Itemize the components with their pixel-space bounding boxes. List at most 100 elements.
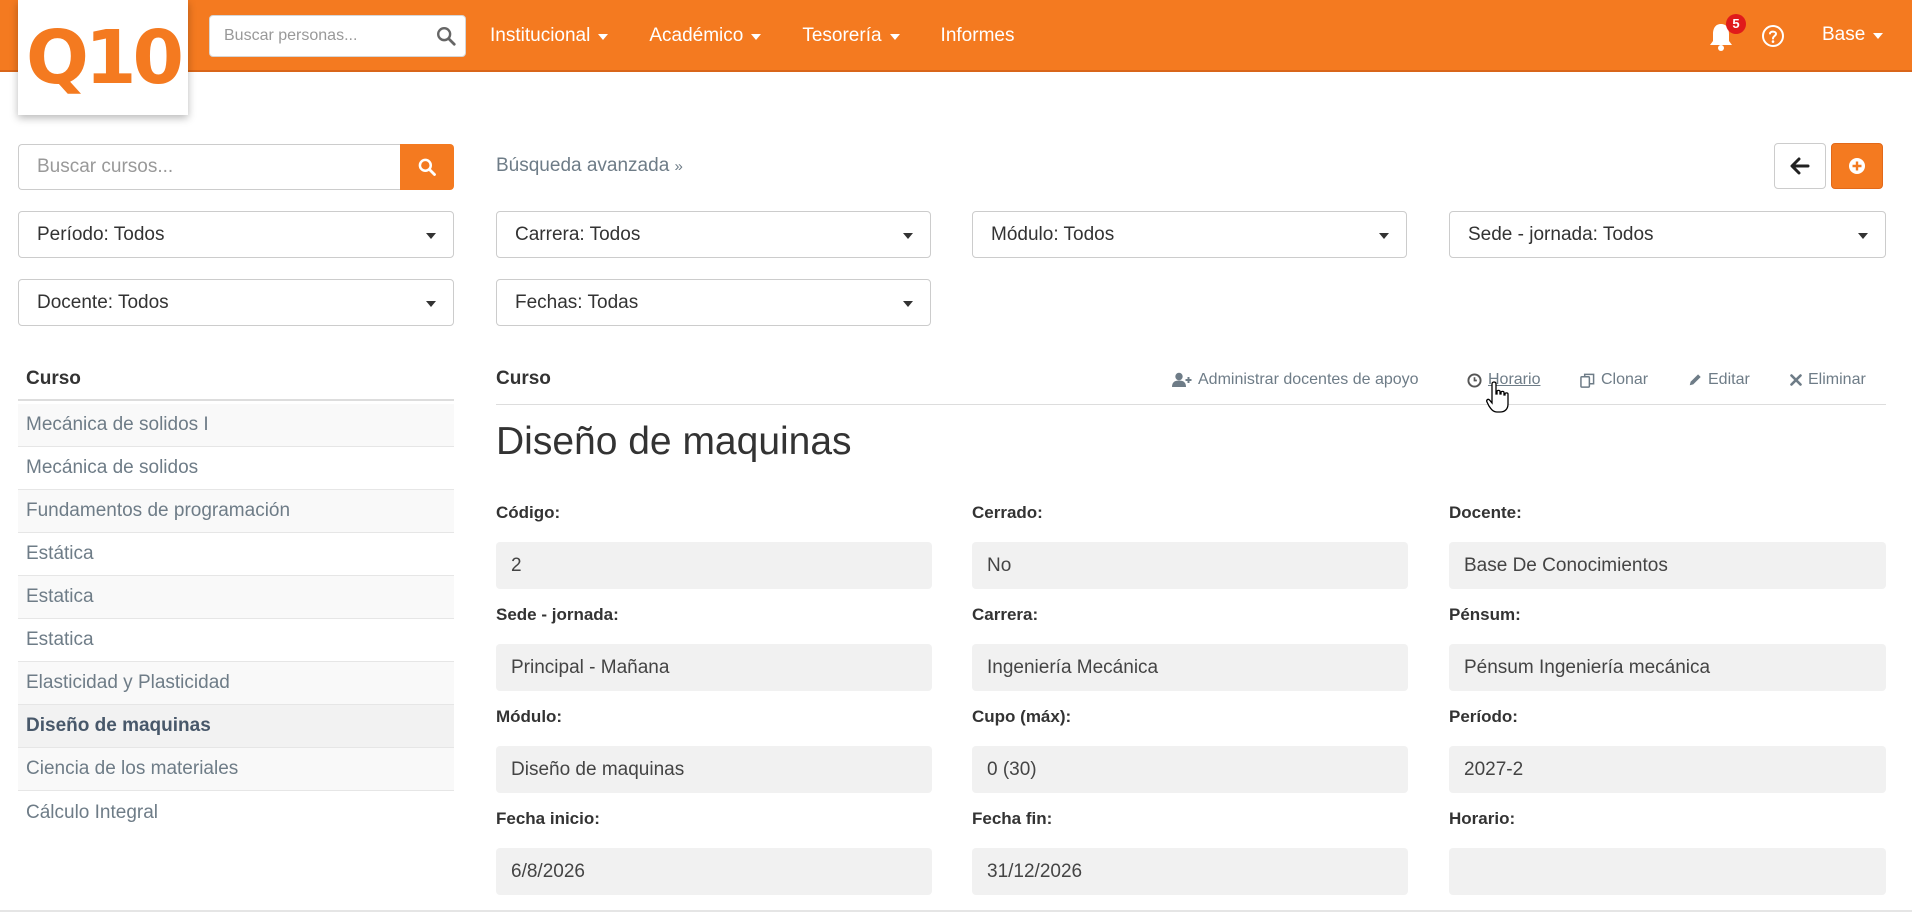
field-cerrado-value: No (972, 542, 1408, 589)
course-search (18, 144, 454, 190)
field-horario-label: Horario: (1449, 809, 1516, 828)
manage-support-teachers-button[interactable]: Administrar docentes de apoyo (1172, 371, 1419, 389)
filter-docente-label: Docente: Todos (37, 291, 169, 313)
edit-button[interactable]: Editar (1688, 371, 1750, 389)
menu-institucional-label: Institucional (490, 25, 591, 46)
people-search-input[interactable] (210, 16, 420, 56)
field-pensum: Pénsum: Pénsum Ingeniería mecánica (1449, 605, 1886, 691)
list-item[interactable]: Estática (18, 533, 454, 576)
menu-tesoreria[interactable]: Tesorería (802, 25, 900, 47)
close-icon (1790, 374, 1802, 386)
field-sede-jornada-value: Principal - Mañana (496, 644, 932, 691)
menu-institucional[interactable]: Institucional (490, 25, 609, 47)
chevron-down-icon (598, 34, 609, 40)
caret-down-icon (426, 301, 436, 307)
detail-header: Curso Administrar docentes de apoyo Hora… (496, 368, 1886, 405)
filter-modulo[interactable]: Módulo: Todos (972, 211, 1407, 258)
field-codigo-value: 2 (496, 542, 932, 589)
list-item[interactable]: Elasticidad y Plasticidad (18, 662, 454, 705)
field-periodo: Período: 2027-2 (1449, 707, 1886, 793)
field-carrera-label: Carrera: (972, 605, 1039, 624)
pencil-icon (1689, 374, 1701, 386)
chevron-down-icon (1873, 33, 1884, 39)
field-pensum-label: Pénsum: (1449, 605, 1521, 624)
field-docente-label: Docente: (1449, 503, 1522, 522)
list-item[interactable]: Estatica (18, 576, 454, 619)
menu-academico[interactable]: Académico (649, 25, 762, 47)
menu-informes[interactable]: Informes (941, 25, 1015, 47)
field-cerrado: Cerrado: No (972, 503, 1408, 589)
menu-informes-label: Informes (940, 25, 1015, 46)
field-sede-jornada: Sede - jornada: Principal - Mañana (496, 605, 932, 691)
list-item[interactable]: Mecánica de solidos I (18, 404, 454, 447)
people-search (209, 15, 466, 57)
list-item[interactable]: Mecánica de solidos (18, 447, 454, 490)
field-codigo-label: Código: (496, 503, 561, 522)
filter-carrera-label: Carrera: Todos (515, 223, 641, 245)
filter-carrera[interactable]: Carrera: Todos (496, 211, 931, 258)
delete-label: Eliminar (1808, 371, 1866, 388)
filter-modulo-label: Módulo: Todos (991, 223, 1115, 245)
course-search-button[interactable] (400, 144, 454, 190)
clone-button[interactable]: Clonar (1580, 371, 1648, 389)
list-item[interactable]: Estatica (18, 619, 454, 662)
menu-tesoreria-label: Tesorería (802, 25, 882, 46)
course-search-input[interactable] (18, 144, 401, 190)
list-item[interactable]: Fundamentos de programación (18, 490, 454, 533)
field-fecha-fin-value: 31/12/2026 (972, 848, 1408, 895)
q10-logo[interactable]: Q10 (18, 0, 188, 115)
field-docente-value: Base De Conocimientos (1449, 542, 1886, 589)
field-cupo-label: Cupo (máx): (972, 707, 1072, 726)
help-icon[interactable] (1761, 24, 1785, 48)
bottom-divider (0, 910, 1912, 912)
list-item[interactable]: Cálculo Integral (18, 791, 454, 834)
user-menu[interactable]: Base (1822, 24, 1884, 46)
field-modulo: Módulo: Diseño de maquinas (496, 707, 932, 793)
notification-badge: 5 (1726, 14, 1746, 34)
caret-down-icon (426, 233, 436, 239)
menu-academico-label: Académico (649, 25, 744, 46)
add-course-button[interactable] (1831, 143, 1883, 189)
filter-docente[interactable]: Docente: Todos (18, 279, 454, 326)
advanced-search-link[interactable]: Búsqueda avanzada » (496, 155, 683, 177)
caret-down-icon (903, 233, 913, 239)
edit-label: Editar (1708, 371, 1750, 388)
user-plus-icon (1172, 372, 1192, 387)
double-chevron-down-icon: » (674, 158, 683, 175)
filter-sede-jornada[interactable]: Sede - jornada: Todos (1449, 211, 1886, 258)
search-icon[interactable] (435, 25, 457, 47)
field-carrera: Carrera: Ingeniería Mecánica (972, 605, 1408, 691)
field-horario: Horario: (1449, 809, 1886, 895)
detail-header-label: Curso (496, 368, 551, 389)
field-sede-jornada-label: Sede - jornada: (496, 605, 619, 624)
chevron-down-icon (751, 34, 762, 40)
field-cupo-value: 0 (30) (972, 746, 1408, 793)
user-menu-label: Base (1822, 24, 1866, 45)
plus-circle-icon (1849, 158, 1865, 174)
field-docente: Docente: Base De Conocimientos (1449, 503, 1886, 589)
filter-periodo[interactable]: Período: Todos (18, 211, 454, 258)
list-item-active[interactable]: Diseño de maquinas (18, 705, 454, 748)
filter-periodo-label: Período: Todos (37, 223, 165, 245)
top-navbar: Institucional Académico Tesorería Inform… (0, 0, 1912, 72)
field-periodo-label: Período: (1449, 707, 1518, 726)
back-button[interactable] (1774, 143, 1826, 189)
clone-label: Clonar (1601, 371, 1649, 388)
field-pensum-value: Pénsum Ingeniería mecánica (1449, 644, 1886, 691)
main-menu: Institucional Académico Tesorería Inform… (490, 0, 1055, 72)
field-fecha-inicio-label: Fecha inicio: (496, 809, 600, 828)
field-fecha-inicio: Fecha inicio: 6/8/2026 (496, 809, 932, 895)
field-carrera-value: Ingeniería Mecánica (972, 644, 1408, 691)
list-item[interactable]: Ciencia de los materiales (18, 748, 454, 791)
filter-fechas-label: Fechas: Todas (515, 291, 639, 313)
delete-button[interactable]: Eliminar (1790, 371, 1866, 389)
caret-down-icon (1379, 233, 1389, 239)
filter-fechas[interactable]: Fechas: Todas (496, 279, 931, 326)
field-fecha-inicio-value: 6/8/2026 (496, 848, 932, 895)
field-cerrado-label: Cerrado: (972, 503, 1043, 522)
field-horario-value (1449, 848, 1886, 895)
page-title: Diseño de maquinas (496, 420, 852, 463)
filter-sede-jornada-label: Sede - jornada: Todos (1468, 223, 1654, 245)
caret-down-icon (1858, 233, 1868, 239)
clock-icon (1467, 372, 1482, 388)
